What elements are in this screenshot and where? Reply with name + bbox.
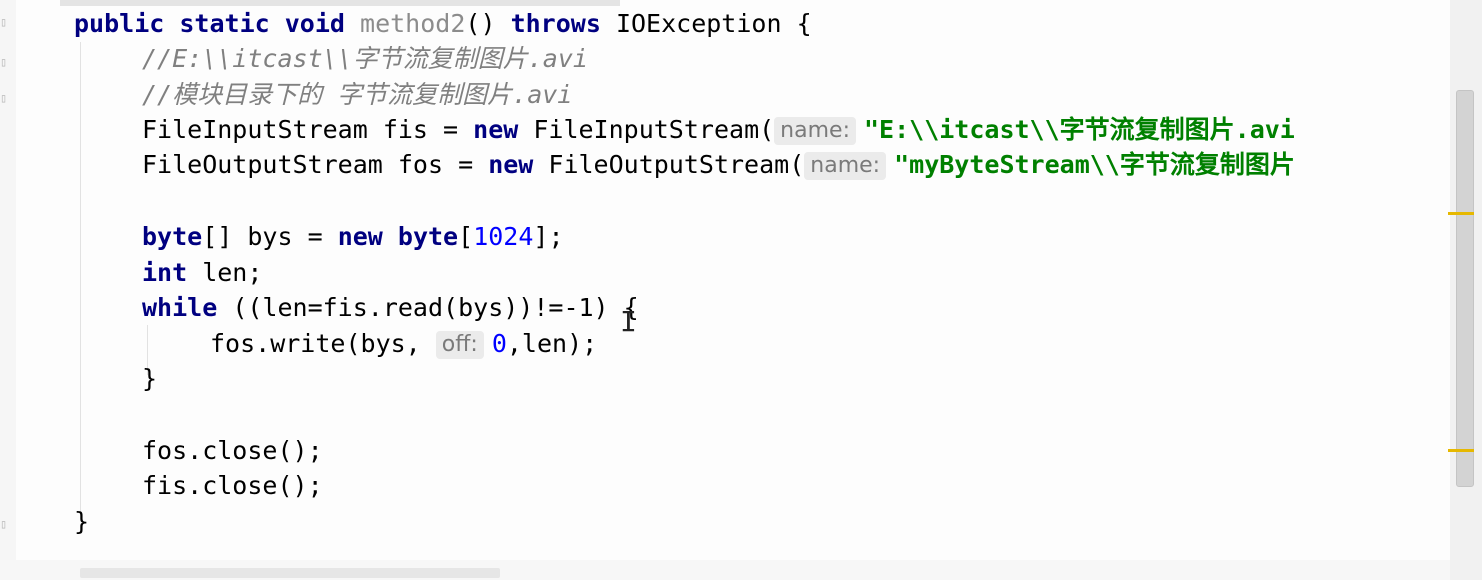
- parameter-hint-name: name:: [774, 117, 856, 145]
- bracket-close: ];: [533, 222, 564, 251]
- keyword-int: int: [142, 258, 188, 287]
- write-call-rest: ,len);: [506, 329, 598, 358]
- len-declaration: len;: [187, 258, 263, 287]
- comment-line-2[interactable]: //模块目录下的 字节流复制图片.avi: [142, 78, 572, 112]
- fold-marker-icon[interactable]: ▯: [0, 90, 10, 106]
- fis-constructor: FileInputStream(: [518, 115, 775, 144]
- keyword-new: new: [488, 150, 534, 179]
- fos-close-line[interactable]: fos.close();: [142, 434, 323, 468]
- while-condition: ((len=fis.read(bys))!=-1) {: [217, 293, 639, 322]
- fold-marker-icon[interactable]: ▯: [0, 54, 10, 70]
- editor-gutter: ▯ ▯ ▯ ▯: [0, 0, 16, 580]
- int-len-line[interactable]: int len;: [142, 256, 262, 290]
- text-cursor-icon: I: [620, 305, 637, 338]
- keyword-void: void: [284, 9, 345, 38]
- while-loop-line[interactable]: while ((len=fis.read(bys))!=-1) {: [142, 291, 639, 325]
- fis-decl-prefix: FileInputStream fis =: [142, 115, 474, 144]
- fis-path-string: "E:\\itcast\\字节流复制图片.avi: [863, 115, 1295, 144]
- fos-declaration-line[interactable]: FileOutputStream fos = new FileOutputStr…: [142, 148, 1295, 182]
- vertical-scrollbar-thumb[interactable]: [1456, 90, 1474, 487]
- offset-literal: 0: [491, 329, 507, 358]
- warning-marker[interactable]: [1448, 212, 1474, 215]
- method-parens: (): [465, 9, 496, 38]
- byte-array-decl: [] bys =: [202, 222, 338, 251]
- method-signature-line[interactable]: public static void method2() throws IOEx…: [74, 7, 812, 41]
- warning-marker[interactable]: [1448, 449, 1474, 452]
- write-call-prefix: fos.write(bys,: [210, 329, 436, 358]
- while-close-brace[interactable]: }: [142, 362, 157, 396]
- method-name: method2: [360, 9, 466, 38]
- exception-type: IOException: [615, 9, 782, 38]
- previous-line-fragment: [60, 0, 620, 6]
- keyword-while: while: [142, 293, 218, 322]
- keyword-byte: byte: [142, 222, 203, 251]
- fos-path-string: "myByteStream\\字节流复制图片: [894, 150, 1295, 179]
- method-close-brace[interactable]: }: [74, 505, 89, 539]
- comment-line-1[interactable]: //E:\\itcast\\字节流复制图片.avi: [142, 42, 588, 76]
- parameter-hint-off: off:: [435, 331, 484, 359]
- fos-decl-prefix: FileOutputStream fos =: [142, 150, 489, 179]
- open-brace: {: [796, 9, 812, 38]
- fold-marker-icon[interactable]: ▯: [0, 14, 10, 30]
- keyword-static: static: [179, 9, 270, 38]
- fold-marker-icon[interactable]: ▯: [0, 516, 10, 532]
- keyword-new: new: [337, 222, 383, 251]
- fos-constructor: FileOutputStream(: [533, 150, 805, 179]
- keyword-byte: byte: [397, 222, 459, 251]
- fis-declaration-line[interactable]: FileInputStream fis = new FileInputStrea…: [142, 113, 1295, 147]
- keyword-public: public: [74, 9, 165, 38]
- byte-array-line[interactable]: byte[] bys = new byte[1024];: [142, 220, 564, 254]
- fis-close-line[interactable]: fis.close();: [142, 469, 323, 503]
- bracket-open: [: [458, 222, 474, 251]
- keyword-new: new: [473, 115, 519, 144]
- write-call-line[interactable]: fos.write(bys, off: 0,len);: [210, 327, 597, 361]
- parameter-hint-name: name:: [804, 152, 887, 180]
- keyword-throws: throws: [510, 9, 601, 38]
- array-size-literal: 1024: [473, 222, 534, 251]
- code-editor[interactable]: ▯ ▯ ▯ ▯ public static void method2() thr…: [0, 0, 1482, 580]
- indent-guide: [80, 42, 81, 512]
- next-line-fragment: [80, 568, 500, 578]
